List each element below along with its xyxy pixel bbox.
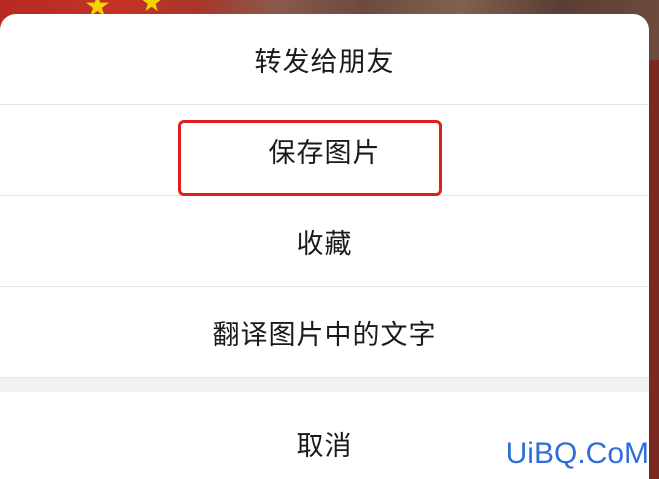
menu-item-forward-to-friend[interactable]: 转发给朋友 — [0, 14, 649, 105]
menu-item-label: 收藏 — [296, 228, 353, 260]
action-sheet: 转发给朋友 保存图片 收藏 翻译图片中的文字 取消 — [0, 14, 649, 479]
menu-item-label: 翻译图片中的文字 — [212, 319, 437, 351]
section-divider — [0, 378, 649, 392]
menu-item-label: 转发给朋友 — [254, 46, 395, 78]
watermark: UiBQ.CoM — [505, 437, 649, 470]
highlight-annotation — [178, 120, 442, 196]
screen: ★ ★ 转发给朋友 保存图片 收藏 翻译图片中的文字 取消 UiBQ.CoM — [0, 0, 659, 479]
cancel-label: 取消 — [296, 431, 353, 462]
menu-item-translate-text[interactable]: 翻译图片中的文字 — [0, 287, 649, 378]
menu-item-favorite[interactable]: 收藏 — [0, 196, 649, 287]
